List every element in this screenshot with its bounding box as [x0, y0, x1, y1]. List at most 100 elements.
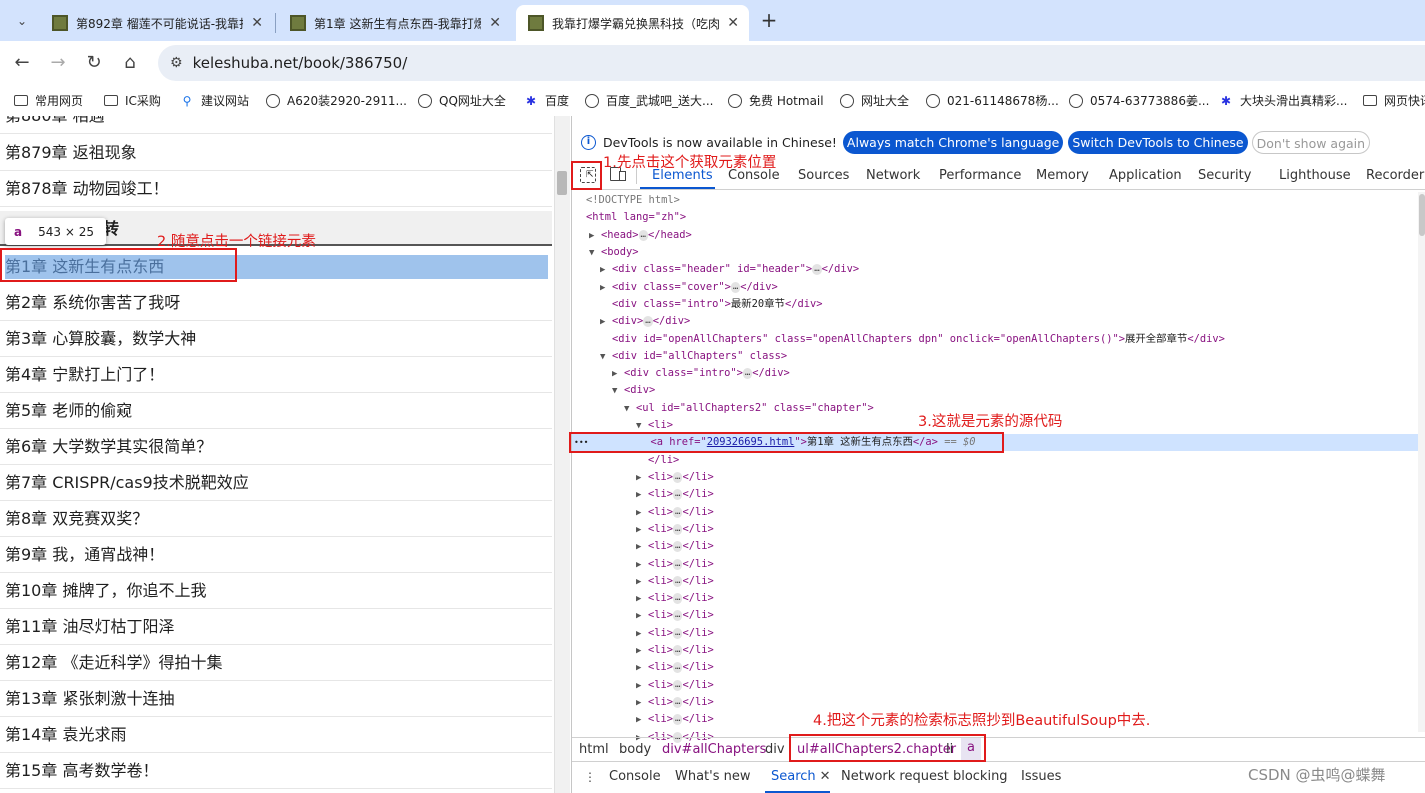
- dom-li-close[interactable]: </li>: [648, 452, 679, 469]
- bookmark-item[interactable]: 百度_武城吧_送大...: [585, 92, 713, 109]
- chapter-link[interactable]: 第8章 双竞赛双奖？: [0, 501, 552, 537]
- ellipsis-icon[interactable]: …: [730, 282, 741, 293]
- bookmark-item[interactable]: 021-61148678杨...: [926, 92, 1059, 109]
- collapse-triangle-icon[interactable]: ▼: [612, 383, 624, 400]
- home-button[interactable]: ⌂: [118, 51, 142, 75]
- dom-li-collapsed[interactable]: ▶ <li>… </li>: [636, 486, 714, 504]
- drawer-tab-issues[interactable]: Issues: [1021, 769, 1061, 784]
- tab-close-icon[interactable]: ✕: [489, 15, 501, 31]
- expand-triangle-icon[interactable]: ▶: [612, 366, 624, 383]
- collapse-triangle-icon[interactable]: ▼: [600, 349, 612, 366]
- dom-li-collapsed[interactable]: ▶ <li>… </li>: [636, 504, 714, 522]
- chapter-link[interactable]: 第9章 我，通宵战神！: [0, 537, 552, 573]
- chapter-link[interactable]: 第15章 高考数学卷！: [0, 753, 552, 789]
- elements-scrollbar[interactable]: [1418, 192, 1425, 732]
- chapter-link[interactable]: 第12章 《走近科学》得拍十集: [0, 645, 552, 681]
- bookmark-item[interactable]: 免费 Hotmail: [728, 92, 824, 109]
- dom-div-header[interactable]: ▶ <div class="header" id="header">… </div>: [600, 261, 859, 279]
- ellipsis-icon[interactable]: …: [643, 316, 653, 327]
- ellipsis-icon[interactable]: …: [638, 230, 648, 241]
- expand-triangle-icon[interactable]: ▶: [636, 574, 648, 591]
- tab-security[interactable]: Security: [1198, 168, 1251, 183]
- collapse-triangle-icon[interactable]: ▼: [589, 245, 601, 262]
- chapter-link[interactable]: 第7章 CRISPR/cas9技术脱靶效应: [0, 465, 552, 501]
- dom-li-collapsed[interactable]: ▶ <li>… </li>: [636, 642, 714, 660]
- dom-doctype[interactable]: <!DOCTYPE html>: [586, 192, 680, 209]
- dom-head[interactable]: ▶ <head>… </head>: [589, 227, 692, 245]
- chapter-link[interactable]: 第879章 返祖现象: [0, 135, 552, 171]
- chapter-link[interactable]: 第13章 紧张刺激十连抽: [0, 681, 552, 717]
- tab-close-icon[interactable]: ✕: [727, 15, 739, 31]
- dom-ul-chapter[interactable]: ▼ <ul id="allChapters2" class="chapter">: [624, 400, 874, 418]
- expand-triangle-icon[interactable]: ▶: [636, 557, 648, 574]
- bookmark-item[interactable]: A620装2920-2911...: [266, 92, 407, 109]
- chapter-link[interactable]: 第2章 系统你害苦了我呀: [0, 285, 552, 321]
- drawer-tab-console[interactable]: Console: [609, 769, 661, 784]
- dom-li-collapsed[interactable]: ▶ <li>… </li>: [636, 556, 714, 574]
- chapter-link[interactable]: 第5章 老师的偷窥: [0, 393, 552, 429]
- tab-search-icon[interactable]: ⌄: [12, 11, 32, 31]
- dom-li-collapsed[interactable]: ▶ <li>… </li>: [636, 469, 714, 487]
- switch-to-chinese-button[interactable]: Switch DevTools to Chinese: [1068, 130, 1248, 154]
- crumb-body[interactable]: body: [619, 742, 651, 757]
- tab-sources[interactable]: Sources: [798, 168, 849, 183]
- expand-triangle-icon[interactable]: ▶: [600, 314, 612, 331]
- crumb-html[interactable]: html: [579, 742, 609, 757]
- dom-div[interactable]: ▶ <div>… </div>: [600, 313, 690, 331]
- chapter-link[interactable]: 第3章 心算胶囊，数学大神: [0, 321, 552, 357]
- dom-li-collapsed[interactable]: ▶ <li>… </li>: [636, 677, 714, 695]
- dom-li-collapsed[interactable]: ▶ <li>… </li>: [636, 521, 714, 539]
- address-bar[interactable]: ⚙ keleshuba.net/book/386750/: [158, 45, 1425, 81]
- browser-tab-1[interactable]: 第892章 榴莲不可能说话-我靠打 ✕: [40, 5, 273, 41]
- new-tab-button[interactable]: +: [758, 9, 780, 31]
- tab-network[interactable]: Network: [866, 168, 920, 183]
- drawer-tab-network-blocking[interactable]: Network request blocking: [841, 769, 1008, 784]
- expand-triangle-icon[interactable]: ▶: [636, 539, 648, 556]
- expand-triangle-icon[interactable]: ▶: [636, 626, 648, 643]
- expand-triangle-icon[interactable]: ▶: [636, 643, 648, 660]
- dont-show-again-button[interactable]: Don't show again: [1251, 130, 1371, 154]
- dom-div-cover[interactable]: ▶ <div class="cover">… </div>: [600, 279, 778, 297]
- dom-li-collapsed[interactable]: ▶ <li>… </li>: [636, 590, 714, 608]
- forward-button[interactable]: →: [46, 51, 70, 75]
- page-scrollbar-thumb[interactable]: [557, 171, 567, 195]
- tab-memory[interactable]: Memory: [1036, 168, 1089, 183]
- tab-performance[interactable]: Performance: [939, 168, 1021, 183]
- tab-application[interactable]: Application: [1109, 168, 1182, 183]
- drawer-tab-whats-new[interactable]: What's new: [675, 769, 751, 784]
- expand-triangle-icon[interactable]: ▶: [636, 505, 648, 522]
- bookmark-item[interactable]: ✱ 百度: [524, 92, 569, 109]
- bookmark-item[interactable]: ✱ 大块头滑出真精彩...: [1219, 92, 1347, 109]
- ellipsis-icon[interactable]: …: [812, 264, 822, 275]
- dom-li-collapsed[interactable]: ▶ <li>… </li>: [636, 694, 714, 712]
- dom-li-collapsed[interactable]: ▶ <li>… </li>: [636, 607, 714, 625]
- expand-triangle-icon[interactable]: ▶: [636, 660, 648, 677]
- expand-triangle-icon[interactable]: ▶: [636, 522, 648, 539]
- bookmark-item[interactable]: ⚲ 建议网站: [180, 92, 249, 109]
- bookmark-item[interactable]: 网页快讯: [1363, 92, 1425, 109]
- bookmark-item[interactable]: 网址大全: [840, 92, 909, 109]
- site-info-icon[interactable]: ⚙: [170, 55, 183, 71]
- chapter-link[interactable]: 第10章 摊牌了，你追不上我: [0, 573, 552, 609]
- dom-div-open-all[interactable]: <div id="openAllChapters" class="openAll…: [612, 331, 1225, 348]
- expand-triangle-icon[interactable]: ▶: [636, 591, 648, 608]
- collapse-triangle-icon[interactable]: ▼: [624, 401, 636, 418]
- crumb-div[interactable]: div: [765, 742, 785, 757]
- expand-triangle-icon[interactable]: ▶: [636, 678, 648, 695]
- dom-li-collapsed[interactable]: ▶ <li>… </li>: [636, 711, 714, 729]
- dom-li-collapsed[interactable]: ▶ <li>… </li>: [636, 573, 714, 591]
- chapter-link[interactable]: 第4章 宁默打上门了！: [0, 357, 552, 393]
- close-icon[interactable]: ✕: [820, 769, 831, 784]
- chapter-link[interactable]: 第11章 油尽灯枯丁阳泽: [0, 609, 552, 645]
- chapter-link[interactable]: 第6章 大学数学其实很简单？: [0, 429, 552, 465]
- browser-tab-2[interactable]: 第1章 这新生有点东西-我靠打爆 ✕: [278, 5, 511, 41]
- dom-div-intro[interactable]: <div class="intro">最新20章节</div>: [612, 296, 822, 313]
- dom-li-collapsed[interactable]: ▶ <li>… </li>: [636, 538, 714, 556]
- expand-triangle-icon[interactable]: ▶: [600, 262, 612, 279]
- chapter-link[interactable]: 第878章 动物园竣工！: [0, 171, 552, 207]
- browser-tab-3-active[interactable]: 我靠打爆学霸兑换黑科技（吃肉 ✕: [516, 5, 749, 41]
- bookmark-item[interactable]: 0574-63773886姜...: [1069, 92, 1209, 109]
- drawer-menu-icon[interactable]: ⋮: [584, 770, 596, 784]
- dom-div-all-chapters[interactable]: ▼ <div id="allChapters" class>: [600, 348, 787, 366]
- dom-li-collapsed[interactable]: ▶ <li>… </li>: [636, 659, 714, 677]
